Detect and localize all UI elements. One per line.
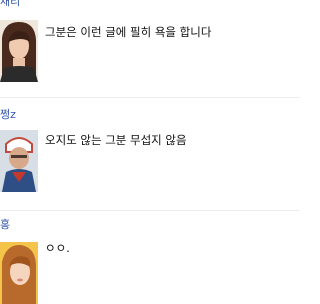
comment-text: 오지도 않는 그분 무섭지 않음 xyxy=(45,133,187,147)
avatar[interactable] xyxy=(0,242,38,304)
avatar[interactable] xyxy=(0,20,38,82)
comment-item: 쩡z 오지도 않는 그분 무섭지 않음 xyxy=(0,108,300,198)
divider xyxy=(0,210,300,211)
comment-author[interactable]: 채리 xyxy=(0,0,20,9)
divider xyxy=(0,97,300,98)
comment-text: 그분은 이런 글에 필히 욕을 합니다 xyxy=(45,25,212,39)
comment-author[interactable]: 홍 xyxy=(0,218,10,232)
comment-author[interactable]: 쩡z xyxy=(0,108,16,122)
comment-item: 홍 ㅇㅇ. xyxy=(0,218,300,304)
comment-text: ㅇㅇ. xyxy=(45,241,70,255)
avatar[interactable] xyxy=(0,130,38,192)
comment-item: 채리 그분은 이런 글에 필히 욕을 합니다 xyxy=(0,0,300,90)
